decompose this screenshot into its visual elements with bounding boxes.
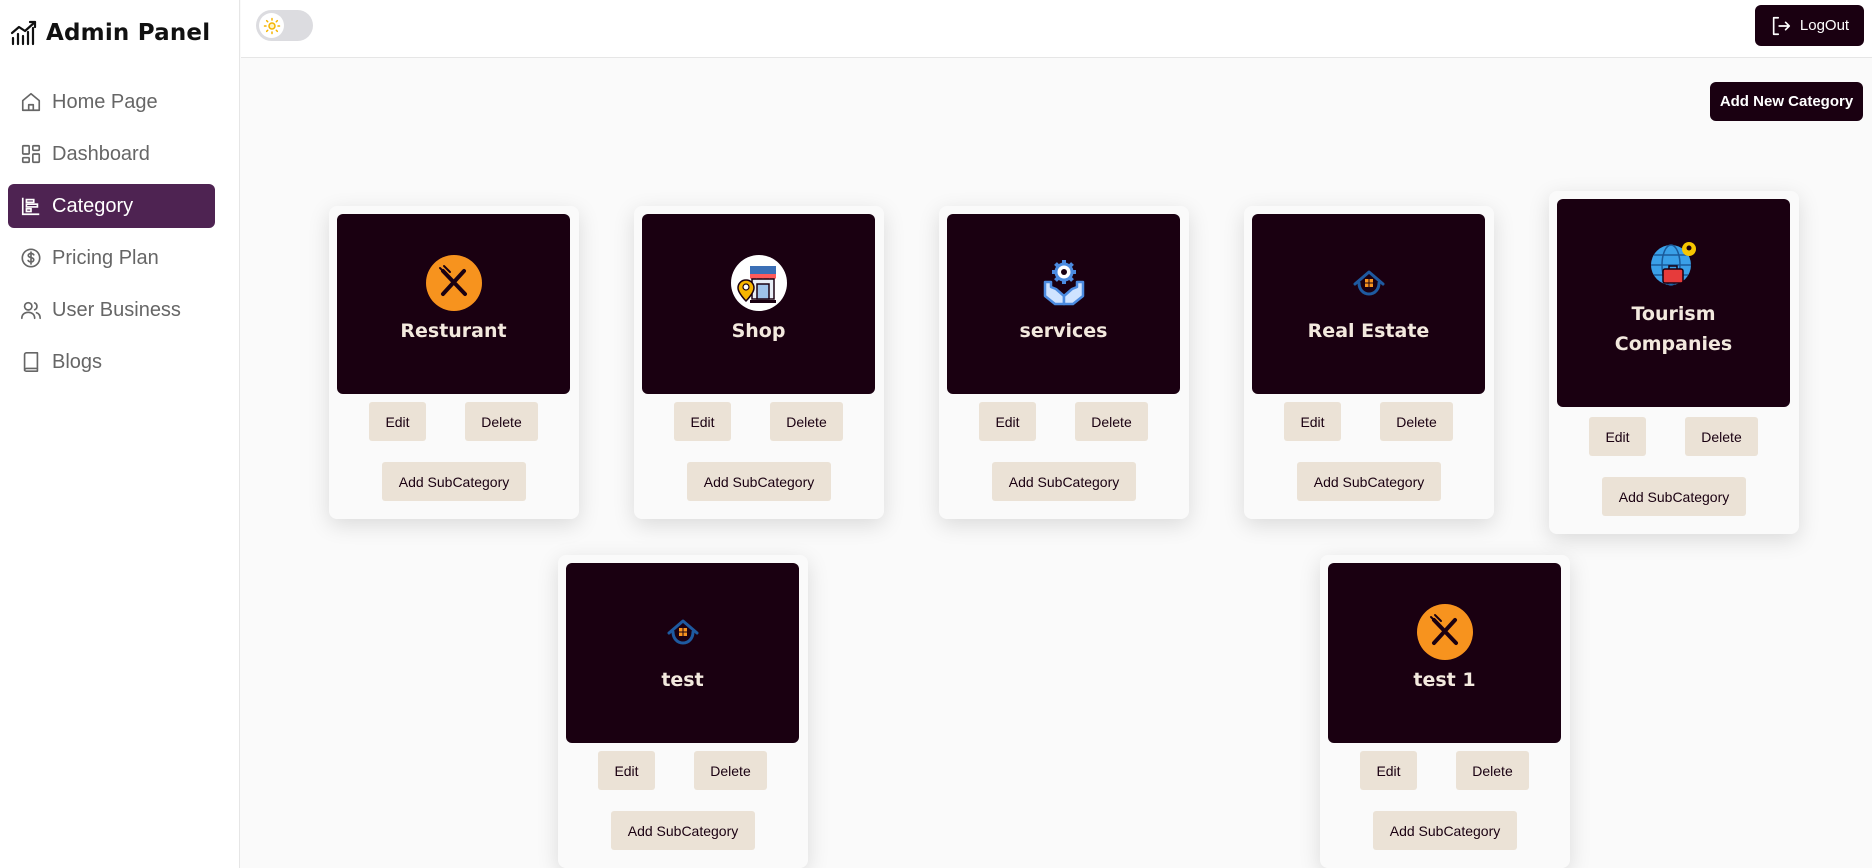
card-title: Tourism Companies	[1614, 303, 1733, 355]
edit-button[interactable]: Edit	[1589, 417, 1646, 456]
sidebar-item-home-page[interactable]: Home Page	[8, 80, 215, 124]
card-header: services	[947, 214, 1180, 394]
delete-button[interactable]: Delete	[1380, 402, 1453, 441]
delete-button[interactable]: Delete	[465, 402, 538, 441]
edit-button[interactable]: Edit	[674, 402, 731, 441]
category-card: services Edit Delete Add SubCategory	[939, 206, 1189, 519]
card-title: test	[661, 669, 704, 691]
gear-hands-icon	[1035, 254, 1093, 312]
toggle-knob	[259, 13, 284, 38]
edit-button[interactable]: Edit	[979, 402, 1036, 441]
delete-button[interactable]: Delete	[1456, 751, 1529, 790]
home-icon	[21, 92, 41, 112]
chart-icon	[10, 20, 37, 46]
edit-button[interactable]: Edit	[1360, 751, 1417, 790]
category-card: Shop Edit Delete Add SubCategory	[634, 206, 884, 519]
sidebar-item-label: User Business	[52, 298, 181, 321]
card-header: Resturant	[337, 214, 570, 394]
dollar-icon	[21, 248, 41, 268]
edit-button[interactable]: Edit	[598, 751, 655, 790]
card-title: Real Estate	[1307, 320, 1430, 342]
category-card: test Edit Delete Add SubCategory	[558, 555, 808, 868]
card-title: test 1	[1413, 669, 1476, 691]
sidebar-item-label: Dashboard	[52, 142, 150, 165]
globe-suitcase-icon	[1647, 237, 1701, 295]
category-icon	[21, 197, 40, 216]
add-subcategory-button[interactable]: Add SubCategory	[611, 811, 755, 850]
sidebar: Admin Panel Home Page Dashboard Category…	[0, 0, 240, 868]
book-icon	[23, 352, 39, 372]
card-title: Shop	[731, 320, 786, 342]
sidebar-item-blogs[interactable]: Blogs	[8, 340, 215, 384]
sidebar-item-label: Home Page	[52, 90, 158, 113]
card-header: Shop	[642, 214, 875, 394]
sidebar-item-label: Blogs	[52, 350, 103, 373]
sidebar-item-pricing-plan[interactable]: Pricing Plan	[8, 236, 215, 280]
sidebar-item-dashboard[interactable]: Dashboard	[8, 132, 215, 176]
brand[interactable]: Admin Panel	[10, 20, 210, 46]
house-icon	[654, 603, 712, 661]
category-card: Resturant Edit Delete Add SubCategory	[329, 206, 579, 519]
add-subcategory-button[interactable]: Add SubCategory	[382, 462, 526, 501]
fork-knife-icon	[1416, 603, 1474, 661]
card-header: Tourism Companies	[1557, 199, 1790, 407]
logout-label: LogOut	[1799, 17, 1850, 34]
delete-button[interactable]: Delete	[1685, 417, 1758, 456]
shop-icon	[730, 254, 788, 312]
brand-title: Admin Panel	[46, 20, 211, 46]
delete-button[interactable]: Delete	[1075, 402, 1148, 441]
card-header: test 1	[1328, 563, 1561, 743]
top-header: LogOut	[241, 0, 1872, 58]
category-card: Real Estate Edit Delete Add SubCategory	[1244, 206, 1494, 519]
sun-icon	[263, 17, 280, 34]
add-subcategory-button[interactable]: Add SubCategory	[1297, 462, 1441, 501]
add-subcategory-button[interactable]: Add SubCategory	[687, 462, 831, 501]
fork-knife-icon	[425, 254, 483, 312]
add-subcategory-button[interactable]: Add SubCategory	[1373, 811, 1517, 850]
users-icon	[21, 301, 41, 320]
card-title: services	[1019, 320, 1108, 342]
dashboard-icon	[21, 144, 41, 164]
add-subcategory-button[interactable]: Add SubCategory	[1602, 477, 1746, 516]
category-card: test 1 Edit Delete Add SubCategory	[1320, 555, 1570, 868]
edit-button[interactable]: Edit	[1284, 402, 1341, 441]
house-icon	[1340, 254, 1398, 312]
logout-button[interactable]: LogOut	[1755, 5, 1864, 46]
sidebar-item-user-business[interactable]: User Business	[8, 288, 215, 332]
card-header: Real Estate	[1252, 214, 1485, 394]
delete-button[interactable]: Delete	[694, 751, 767, 790]
logout-icon	[1772, 16, 1790, 35]
card-header: test	[566, 563, 799, 743]
card-title: Resturant	[400, 320, 507, 342]
add-new-category-button[interactable]: Add New Category	[1710, 82, 1863, 121]
sidebar-item-label: Pricing Plan	[52, 246, 159, 269]
sidebar-item-label: Category	[52, 194, 134, 217]
sidebar-nav: Home Page Dashboard Category Pricing Pla…	[8, 80, 215, 392]
add-subcategory-button[interactable]: Add SubCategory	[992, 462, 1136, 501]
delete-button[interactable]: Delete	[770, 402, 843, 441]
edit-button[interactable]: Edit	[369, 402, 426, 441]
theme-toggle[interactable]	[256, 10, 313, 41]
category-card: Tourism Companies Edit Delete Add SubCat…	[1549, 191, 1799, 534]
sidebar-item-category[interactable]: Category	[8, 184, 215, 228]
